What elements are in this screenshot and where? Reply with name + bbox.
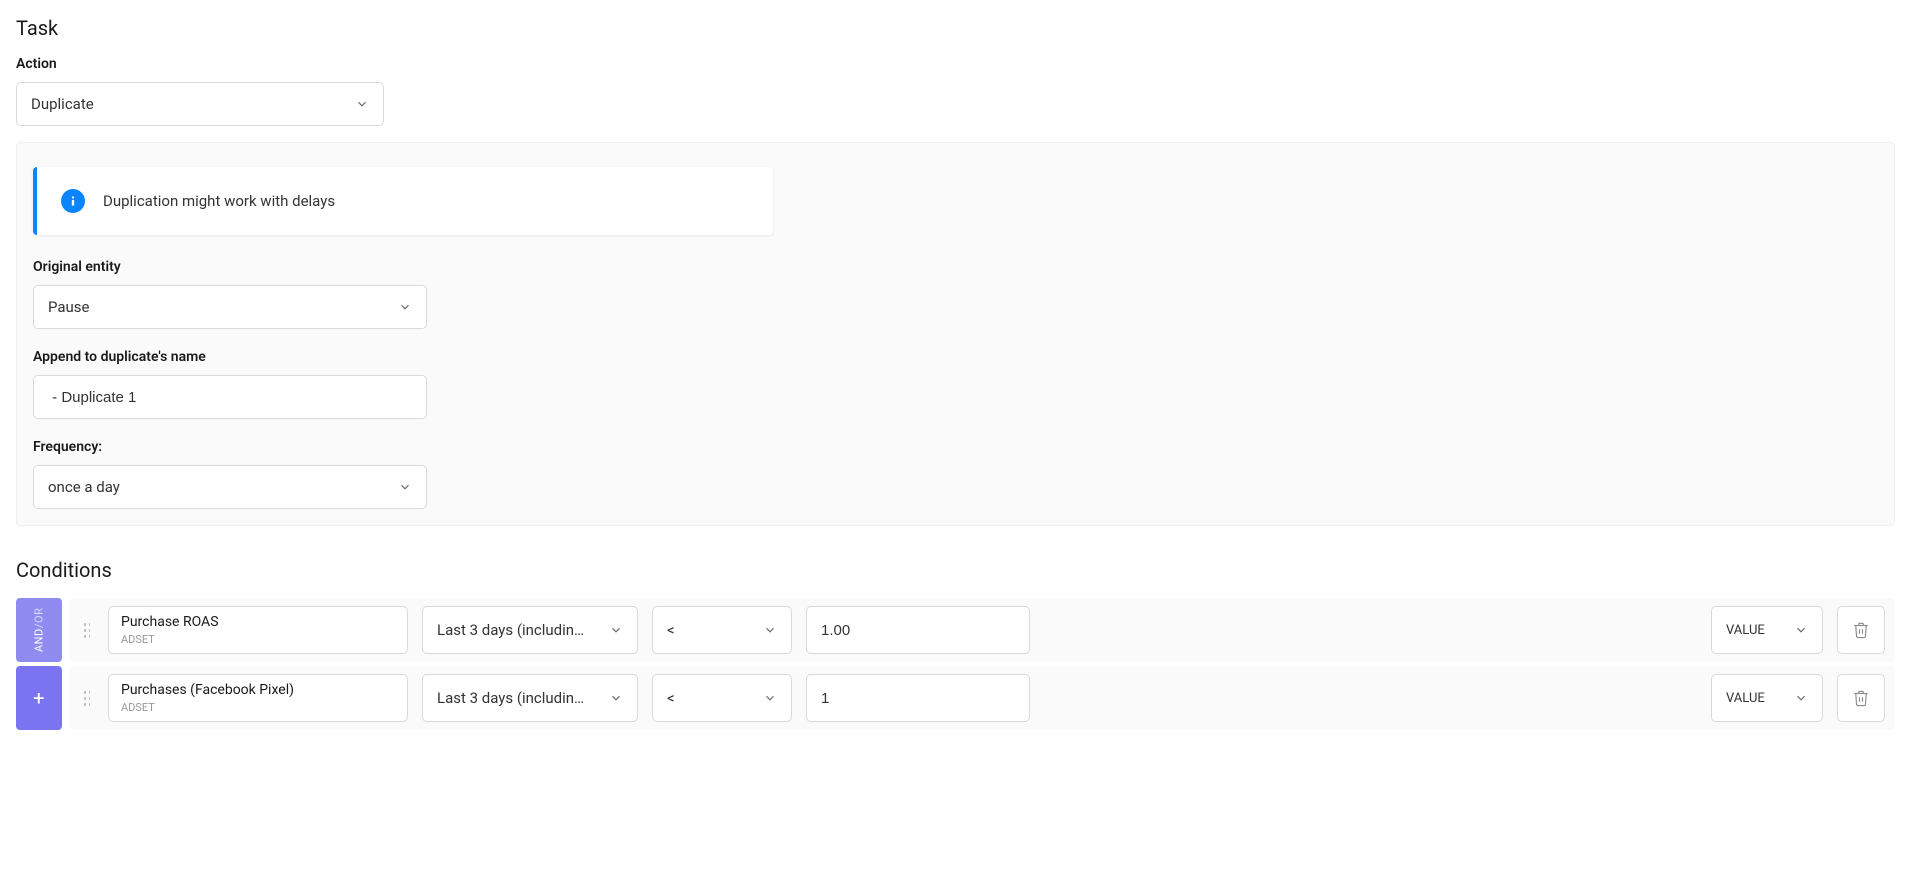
- info-message: Duplication might work with delays: [103, 192, 335, 210]
- delete-row-button[interactable]: [1837, 674, 1885, 722]
- metric-select[interactable]: Purchase ROAS ADSET: [108, 606, 408, 654]
- task-title: Task: [16, 16, 1895, 40]
- value-input[interactable]: [806, 674, 1030, 722]
- value-type-value: VALUE: [1726, 691, 1765, 706]
- value-type-select[interactable]: VALUE: [1711, 606, 1823, 654]
- original-entity-label: Original entity: [33, 259, 1878, 275]
- value-type-select[interactable]: VALUE: [1711, 674, 1823, 722]
- frequency-value: once a day: [48, 478, 120, 496]
- original-entity-value: Pause: [48, 298, 90, 316]
- and-label: AND: [33, 628, 46, 652]
- metric-name: Purchases (Facebook Pixel): [121, 682, 395, 699]
- drag-handle-icon[interactable]: [80, 691, 94, 706]
- timeframe-value: Last 3 days (includin…: [437, 621, 584, 639]
- value-type-value: VALUE: [1726, 623, 1765, 638]
- drag-handle-icon[interactable]: [80, 623, 94, 638]
- andor-slash: /: [33, 623, 46, 628]
- value-input[interactable]: [806, 606, 1030, 654]
- timeframe-value: Last 3 days (includin…: [437, 689, 584, 707]
- chevron-down-icon: [398, 480, 412, 494]
- action-value: Duplicate: [31, 95, 94, 113]
- andor-column: AND / OR +: [16, 598, 62, 730]
- add-condition-button[interactable]: +: [16, 666, 62, 730]
- info-icon: [61, 189, 85, 213]
- info-card: Duplication might work with delays: [33, 167, 773, 235]
- condition-row: Purchase ROAS ADSET Last 3 days (includi…: [70, 598, 1895, 662]
- timeframe-select[interactable]: Last 3 days (includin…: [422, 606, 638, 654]
- conditions-container: AND / OR + Purchase ROAS ADSET Last 3 da…: [16, 598, 1895, 730]
- chevron-down-icon: [609, 691, 623, 705]
- append-input[interactable]: [33, 375, 427, 419]
- chevron-down-icon: [1794, 691, 1808, 705]
- chevron-down-icon: [355, 97, 369, 111]
- chevron-down-icon: [763, 691, 777, 705]
- original-entity-select[interactable]: Pause: [33, 285, 427, 329]
- frequency-select[interactable]: once a day: [33, 465, 427, 509]
- task-panel: Duplication might work with delays Origi…: [16, 142, 1895, 526]
- frequency-label: Frequency:: [33, 439, 1878, 455]
- timeframe-select[interactable]: Last 3 days (includin…: [422, 674, 638, 722]
- operator-value: <: [667, 621, 675, 639]
- operator-value: <: [667, 689, 675, 707]
- condition-rows: Purchase ROAS ADSET Last 3 days (includi…: [70, 598, 1895, 730]
- chevron-down-icon: [398, 300, 412, 314]
- trash-icon: [1852, 621, 1870, 639]
- or-label: OR: [33, 608, 46, 623]
- chevron-down-icon: [1794, 623, 1808, 637]
- conditions-title: Conditions: [16, 558, 1895, 582]
- metric-name: Purchase ROAS: [121, 614, 395, 631]
- andor-toggle[interactable]: AND / OR: [16, 598, 62, 662]
- action-select[interactable]: Duplicate: [16, 82, 384, 126]
- append-label: Append to duplicate's name: [33, 349, 1878, 365]
- condition-row: Purchases (Facebook Pixel) ADSET Last 3 …: [70, 666, 1895, 730]
- chevron-down-icon: [763, 623, 777, 637]
- chevron-down-icon: [609, 623, 623, 637]
- operator-select[interactable]: <: [652, 606, 792, 654]
- metric-select[interactable]: Purchases (Facebook Pixel) ADSET: [108, 674, 408, 722]
- trash-icon: [1852, 689, 1870, 707]
- action-label: Action: [16, 56, 1895, 72]
- delete-row-button[interactable]: [1837, 606, 1885, 654]
- operator-select[interactable]: <: [652, 674, 792, 722]
- metric-level: ADSET: [121, 701, 395, 714]
- metric-level: ADSET: [121, 633, 395, 646]
